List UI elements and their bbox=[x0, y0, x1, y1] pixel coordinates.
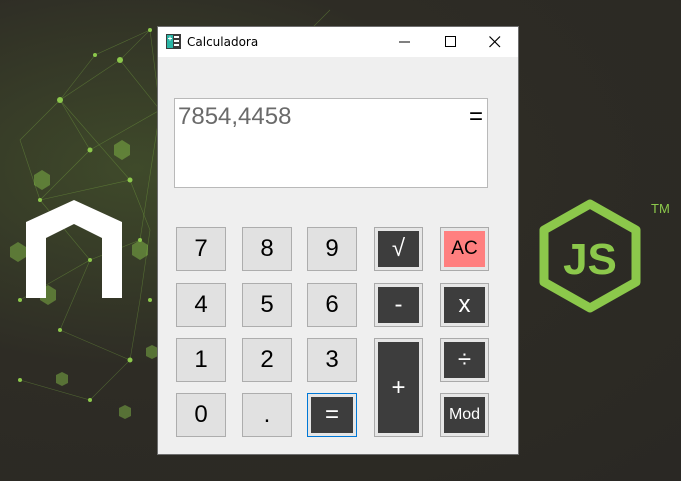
maximize-button[interactable] bbox=[428, 27, 474, 57]
digit-6-button[interactable]: 6 bbox=[307, 283, 357, 327]
digit-1-button[interactable]: 1 bbox=[176, 338, 226, 382]
digit-4-button[interactable]: 4 bbox=[176, 283, 226, 327]
minimize-icon bbox=[399, 41, 410, 43]
digit-9-button[interactable]: 9 bbox=[307, 227, 357, 271]
decimal-point-button[interactable]: . bbox=[242, 393, 292, 437]
divide-button[interactable]: ÷ bbox=[440, 338, 489, 382]
all-clear-button[interactable]: AC bbox=[440, 227, 489, 271]
square-root-button[interactable]: √ bbox=[374, 227, 423, 271]
digit-5-button[interactable]: 5 bbox=[242, 283, 292, 327]
digit-7-button[interactable]: 7 bbox=[176, 227, 226, 271]
digit-8-button[interactable]: 8 bbox=[242, 227, 292, 271]
multiply-button[interactable]: x bbox=[440, 283, 489, 327]
equals-button[interactable]: = bbox=[307, 393, 357, 437]
minimize-button[interactable] bbox=[382, 27, 428, 57]
trademark-mark: TM bbox=[651, 201, 670, 216]
title-bar[interactable]: Calculadora bbox=[158, 27, 518, 57]
calculator-app-icon bbox=[166, 34, 181, 49]
display-value: 7854,4458 bbox=[178, 103, 292, 130]
digit-0-button[interactable]: 0 bbox=[176, 393, 226, 437]
digit-2-button[interactable]: 2 bbox=[242, 338, 292, 382]
calculator-window: Calculadora 7854,4458 = 7 8 9 4 5 6 1 2 … bbox=[158, 27, 518, 454]
node-logo-shape bbox=[26, 200, 122, 298]
subtract-button[interactable]: - bbox=[374, 283, 423, 327]
node-js-logo-text: JS bbox=[563, 235, 617, 284]
result-display: 7854,4458 = bbox=[174, 98, 488, 188]
display-operator: = bbox=[468, 103, 483, 130]
close-button[interactable] bbox=[472, 27, 518, 57]
add-button[interactable]: + bbox=[374, 338, 423, 437]
digit-3-button[interactable]: 3 bbox=[307, 338, 357, 382]
modulo-button[interactable]: Mod bbox=[440, 393, 489, 437]
close-icon bbox=[489, 36, 501, 48]
window-title: Calculadora bbox=[187, 35, 259, 49]
maximize-icon bbox=[445, 36, 456, 47]
